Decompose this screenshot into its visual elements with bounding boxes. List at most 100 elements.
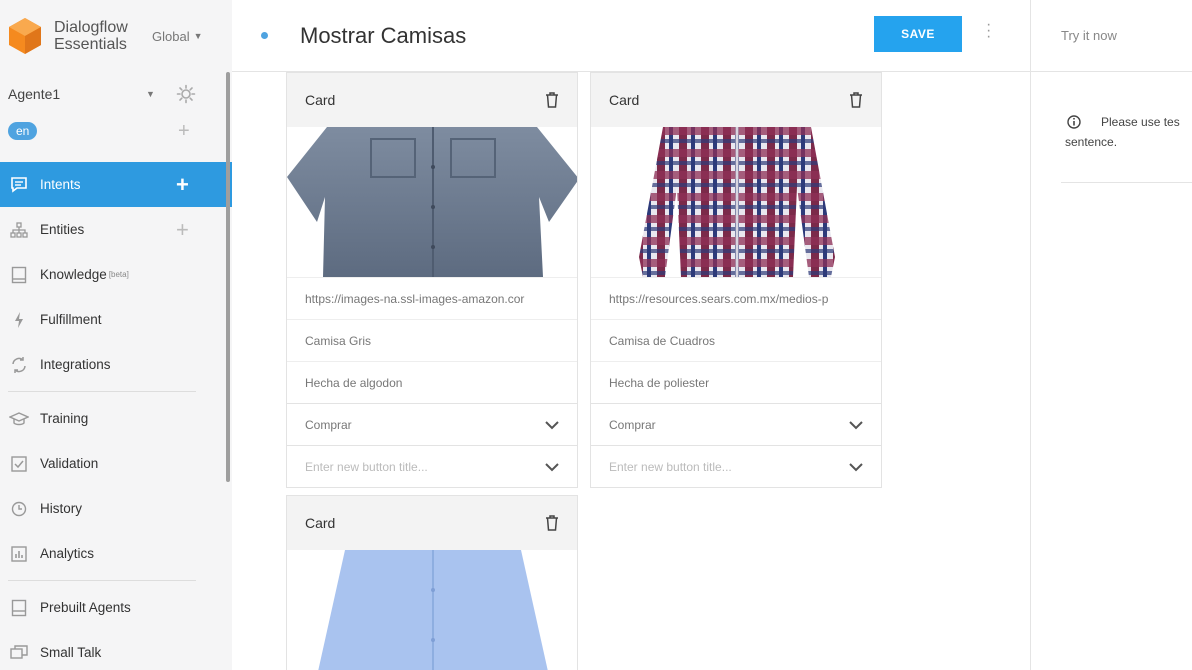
new-button-title-input[interactable]: Enter new button title... — [287, 445, 577, 487]
sidebar-scrollbar[interactable] — [226, 72, 230, 482]
card-response: Card — [286, 495, 578, 670]
card-button-label: Comprar — [609, 417, 656, 432]
sidebar-item-entities[interactable]: Entities + — [0, 207, 232, 252]
try-it-now-input[interactable]: Try it now — [1031, 0, 1192, 72]
new-button-placeholder: Enter new button title... — [609, 459, 732, 474]
sidebar-nav: Intents + Entities + Knowledge [beta] Fu… — [0, 162, 232, 670]
info-icon — [1067, 115, 1081, 129]
sidebar-item-label: Validation — [40, 456, 99, 471]
chevron-down-icon[interactable] — [545, 420, 559, 430]
sidebar-item-label: Fulfillment — [40, 312, 102, 327]
intent-header: Mostrar Camisas SAVE · · · — [232, 0, 1030, 72]
sidebar-item-label: Entities — [40, 222, 85, 237]
card-image — [287, 127, 577, 277]
sidebar-item-knowledge[interactable]: Knowledge [beta] — [0, 252, 232, 297]
info-text-line1: Please use tes — [1101, 115, 1180, 129]
priority-dot-icon[interactable] — [261, 32, 268, 39]
card-button-field[interactable]: Comprar — [591, 403, 881, 445]
integrations-icon — [8, 354, 30, 376]
card-header: Card — [287, 496, 577, 550]
sidebar-item-label: Small Talk — [40, 645, 102, 660]
card-image — [287, 550, 577, 670]
sidebar-item-training[interactable]: Training — [0, 396, 232, 441]
card-image — [591, 127, 881, 277]
sidebar-item-intents[interactable]: Intents + — [0, 162, 232, 207]
history-icon — [8, 498, 30, 520]
response-cards-area: Card https://images-na.ssl-images-amazon… — [232, 72, 1030, 670]
card-header: Card — [591, 73, 881, 127]
logo-line2: Essentials — [54, 36, 127, 53]
sidebar-item-label: History — [40, 501, 83, 516]
knowledge-icon — [8, 264, 30, 286]
fulfillment-icon — [8, 309, 30, 331]
intent-name-field[interactable]: Mostrar Camisas — [300, 23, 466, 49]
new-button-placeholder: Enter new button title... — [305, 459, 428, 474]
sidebar-item-label: Training — [40, 411, 89, 426]
small-talk-icon — [8, 642, 30, 664]
chevron-down-icon[interactable] — [545, 462, 559, 472]
validation-icon — [8, 453, 30, 475]
beta-badge: [beta] — [108, 270, 129, 279]
info-text-line2: sentence. — [1065, 135, 1118, 149]
chevron-down-icon[interactable] — [849, 420, 863, 430]
card-title-field[interactable]: Camisa de Cuadros — [591, 319, 881, 361]
trash-icon[interactable] — [849, 92, 863, 108]
sidebar-item-label: Prebuilt Agents — [40, 600, 131, 615]
language-badge[interactable]: en — [8, 122, 38, 140]
card-response: Card https://images-na.ssl-images-amazon… — [286, 72, 578, 488]
sidebar-item-fulfillment[interactable]: Fulfillment — [0, 297, 232, 342]
card-button-field[interactable]: Comprar — [287, 403, 577, 445]
agent-selector[interactable]: Agente1 ▼ — [0, 72, 232, 116]
logo-row: Dialogflow Essentials Global ▼ — [0, 0, 232, 72]
card-subtitle-field[interactable]: Hecha de poliester — [591, 361, 881, 403]
logo-text: Dialogflow Essentials — [54, 19, 146, 53]
sidebar-item-label: Integrations — [40, 357, 111, 372]
card-button-label: Comprar — [305, 417, 352, 432]
try-it-now-panel: Try it now Please use tes sentence. — [1030, 0, 1192, 670]
card-response: Card https://resources.sears.com.mx/medi… — [590, 72, 882, 488]
sidebar-item-label: Analytics — [40, 546, 95, 561]
trash-icon[interactable] — [545, 92, 559, 108]
more-options-icon[interactable]: · · · — [986, 17, 991, 45]
card-subtitle-field[interactable]: Hecha de algodon — [287, 361, 577, 403]
card-header-label: Card — [609, 92, 640, 108]
caret-down-icon: ▼ — [193, 31, 203, 41]
nav-divider — [8, 391, 196, 392]
sidebar-item-prebuilt-agents[interactable]: Prebuilt Agents — [0, 585, 232, 630]
sidebar-item-label: Knowledge — [40, 267, 107, 282]
gray-shirt-image — [287, 127, 577, 277]
nav-divider — [8, 580, 196, 581]
region-label: Global — [152, 28, 190, 44]
sidebar-item-history[interactable]: History — [0, 486, 232, 531]
card-title-field[interactable]: Camisa Gris — [287, 319, 577, 361]
logo-line1: Dialogflow — [54, 19, 128, 36]
sidebar-item-validation[interactable]: Validation — [0, 441, 232, 486]
agent-name: Agente1 — [8, 86, 61, 102]
region-selector[interactable]: Global ▼ — [152, 29, 203, 44]
chevron-down-icon[interactable] — [849, 462, 863, 472]
gear-icon[interactable] — [176, 84, 196, 104]
add-intent-plus-icon[interactable]: + — [176, 172, 189, 198]
save-button[interactable]: SAVE — [874, 16, 962, 52]
dialogflow-logo-icon[interactable] — [8, 17, 42, 55]
card-header-label: Card — [305, 515, 336, 531]
add-language-plus-icon[interactable]: + — [178, 120, 190, 143]
language-row: en + — [0, 116, 232, 146]
plaid-shirt-image — [639, 127, 835, 277]
card-header-label: Card — [305, 92, 336, 108]
add-entity-plus-icon[interactable]: + — [176, 217, 189, 243]
blue-shirt-image — [318, 550, 548, 670]
sidebar-item-analytics[interactable]: Analytics — [0, 531, 232, 576]
sidebar-item-integrations[interactable]: Integrations — [0, 342, 232, 387]
card-header: Card — [287, 73, 577, 127]
trash-icon[interactable] — [545, 515, 559, 531]
caret-down-icon[interactable]: ▼ — [146, 89, 155, 99]
sidebar-item-small-talk[interactable]: Small Talk — [0, 630, 232, 670]
prebuilt-agents-icon — [8, 597, 30, 619]
intents-icon — [8, 174, 30, 196]
training-icon — [8, 408, 30, 430]
card-image-url-field[interactable]: https://images-na.ssl-images-amazon.cor — [287, 277, 577, 319]
card-image-url-field[interactable]: https://resources.sears.com.mx/medios-p — [591, 277, 881, 319]
new-button-title-input[interactable]: Enter new button title... — [591, 445, 881, 487]
sidebar: Dialogflow Essentials Global ▼ Agente1 ▼… — [0, 0, 232, 670]
